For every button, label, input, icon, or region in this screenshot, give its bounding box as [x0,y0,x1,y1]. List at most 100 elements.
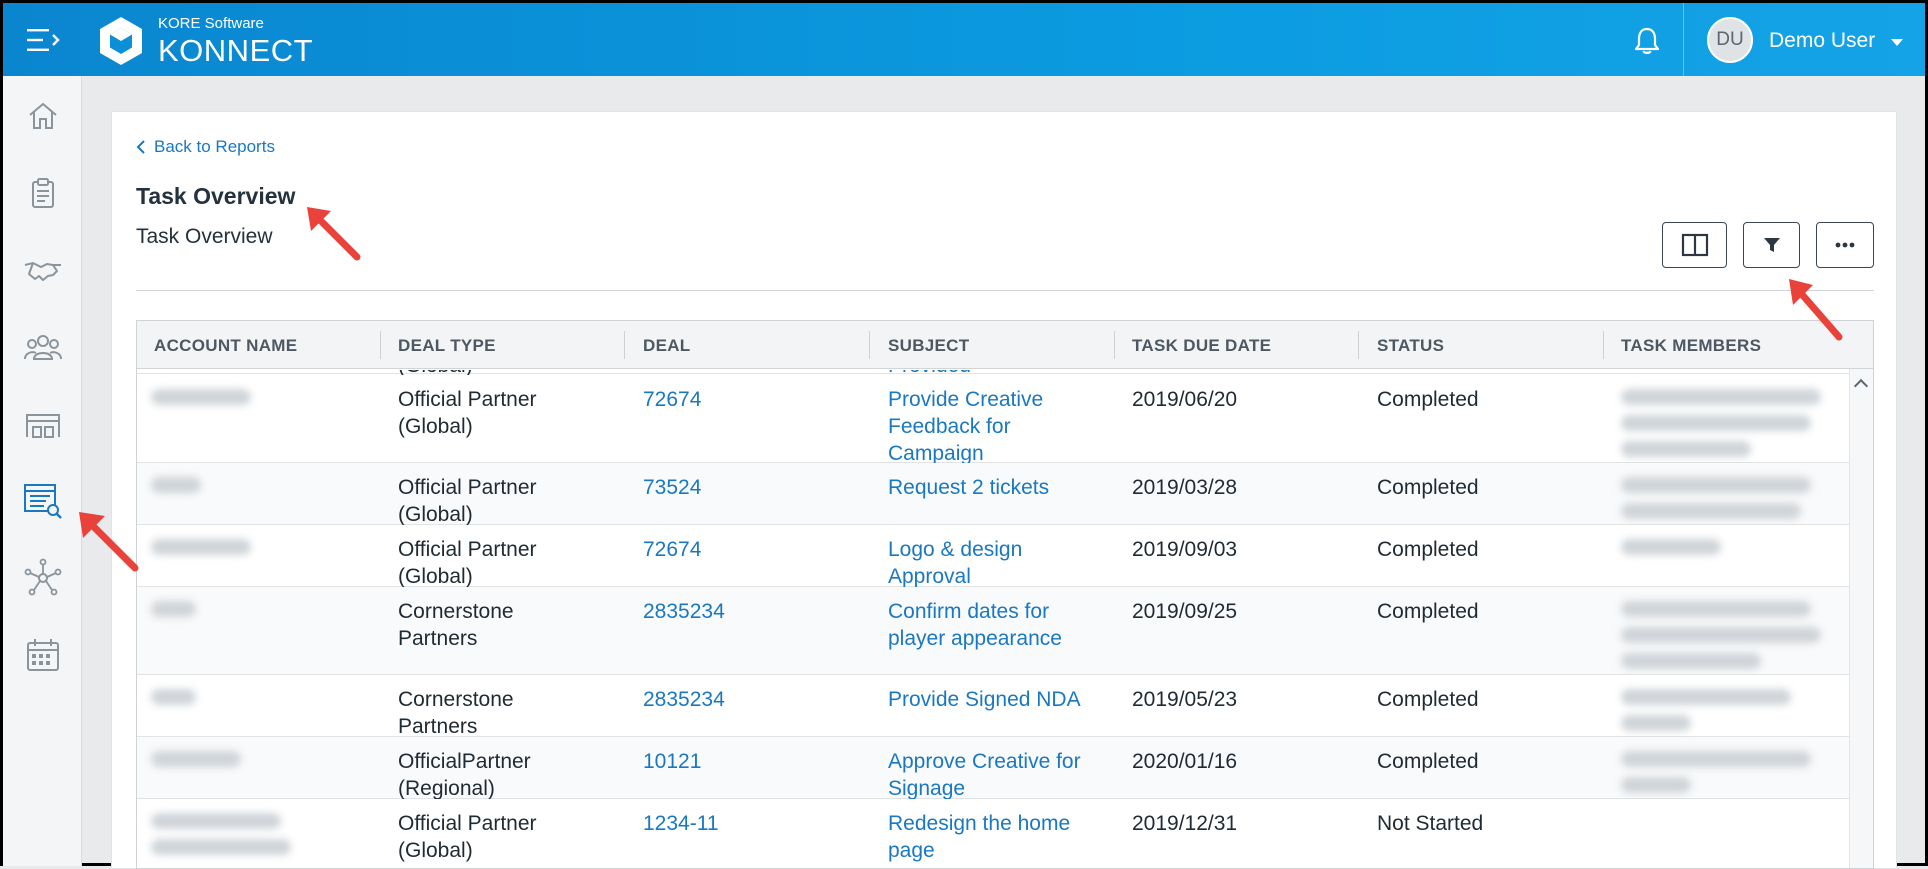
cell-subject-link[interactable]: Approve Creative for Signage [888,748,1113,802]
sidebar-item-reports[interactable] [17,475,69,527]
annotation-arrow-icon [307,207,361,261]
cell-task-due-date: 2019/03/28 [1132,476,1238,499]
cell-task-members-redacted [1621,777,1691,793]
table-row[interactable]: Official Partner (Global) 73524 Request … [137,463,1849,526]
cell-deal-type: Official Partner (Global) [398,476,537,526]
column-header-status[interactable]: STATUS [1377,336,1444,356]
cell-task-due-date: 2019/09/25 [1132,600,1238,623]
cell-task-due-date: 2020/01/16 [1132,750,1238,773]
cell-task-members-redacted [1621,539,1721,555]
table-row[interactable]: OfficialPartner (Regional) 10121 Approve… [137,737,1849,802]
cell-subject-link[interactable]: Request 2 tickets [888,474,1108,501]
sidebar-item-tasks[interactable] [17,167,69,219]
sidebar-item-deals[interactable] [17,244,69,296]
cell-account-name-redacted [151,389,251,405]
menu-toggle-button[interactable] [3,3,82,76]
cell-account-name-redacted [151,689,196,705]
cell-status: Not Started [1377,812,1484,835]
notifications-bell-icon[interactable] [1631,25,1663,57]
column-header-deal-type[interactable]: DEAL TYPE [398,336,496,356]
warehouse-icon [26,414,60,438]
sidebar-item-inventory[interactable] [17,398,69,450]
column-header-task-due-date[interactable]: TASK DUE DATE [1132,336,1271,356]
people-icon [24,335,62,360]
brand[interactable]: KORE Software KONNECT [95,15,313,67]
hamburger-menu-icon [26,28,60,51]
cell-status: Completed [1377,538,1479,561]
more-options-button[interactable] [1816,222,1874,268]
cell-account-name-redacted [151,477,201,493]
cell-account-name-redacted [151,751,241,767]
cell-subject-link[interactable]: Provide Creative Feedback for Campaign [888,386,1088,467]
cell-status: Completed [1377,388,1479,411]
column-header-subject[interactable]: SUBJECT [888,336,969,356]
column-divider[interactable] [1358,331,1359,359]
table-row[interactable]: Official Partner (Global) 72674 Logo & d… [137,525,1849,590]
table-row-partial[interactable]: (Global) Provided [137,370,1849,377]
top-bar: KORE Software KONNECT DU Demo User [3,3,1925,76]
table-row[interactable]: Cornerstone Partners 2835234 Confirm dat… [137,587,1849,675]
cell-task-members-redacted [1621,389,1821,405]
column-divider[interactable] [869,331,870,359]
clipboard-icon [32,178,54,208]
cell-task-due-date: 2019/06/20 [1132,388,1238,411]
cell-deal-link[interactable]: 2835234 [643,598,725,625]
header-divider [1683,3,1684,76]
cell-task-members-redacted [1621,627,1821,643]
cell-task-members-redacted [1621,601,1811,617]
cell-deal-link[interactable]: 10121 [643,748,701,775]
cell-deal-link[interactable]: 2835234 [643,686,725,713]
annotation-arrow-icon [1789,279,1843,341]
cell-deal-link[interactable]: 72674 [643,386,701,413]
back-to-reports-link[interactable]: Back to Reports [136,137,275,157]
table-body: (Global) Provided Official Partner (Glob… [137,370,1849,868]
filter-button[interactable] [1743,222,1800,268]
sidebar-item-network[interactable] [17,552,69,604]
kore-logo-icon [100,17,142,65]
cell-deal-link[interactable]: 73524 [643,474,701,501]
sidebar-item-home[interactable] [17,90,69,142]
cell-account-name-redacted [151,601,196,617]
cell-task-members-redacted [1621,715,1691,731]
column-header-account-name[interactable]: ACCOUNT NAME [154,336,297,356]
header-divider-line [136,290,1874,291]
cell-task-due-date: 2019/05/23 [1132,688,1238,711]
cell-status: Completed [1377,688,1479,711]
column-divider[interactable] [624,331,625,359]
column-header-deal[interactable]: DEAL [643,336,690,356]
chevron-down-icon[interactable] [1891,39,1903,46]
cell-subject-link[interactable]: Redesign the home page [888,810,1103,864]
vertical-scrollbar[interactable] [1849,369,1873,868]
sidebar-nav [3,76,82,866]
user-name[interactable]: Demo User [1769,29,1875,53]
home-icon [29,102,57,129]
column-divider[interactable] [1114,331,1115,359]
cell-deal-type: Cornerstone Partners [398,688,514,738]
sidebar-item-calendar[interactable] [17,629,69,681]
chevron-left-icon [136,140,145,154]
table-row[interactable]: Official Partner (Global) 1234-11 Redesi… [137,799,1849,868]
split-view-button[interactable] [1662,222,1727,268]
cell-subject-link[interactable]: Provide Signed NDA [888,686,1108,713]
reports-icon [24,484,62,519]
table-row[interactable]: Official Partner (Global) 72674 Provide … [137,375,1849,465]
cell-deal-link[interactable]: 1234-11 [643,810,719,837]
column-header-task-members[interactable]: TASK MEMBERS [1621,336,1761,356]
cell-deal-link[interactable]: 72674 [643,536,701,563]
column-divider[interactable] [1603,331,1604,359]
table-row[interactable]: Cornerstone Partners 2835234 Provide Sig… [137,675,1849,738]
user-avatar[interactable]: DU [1707,17,1753,63]
cell-deal-type: OfficialPartner (Regional) [398,750,531,800]
handshake-icon [24,261,61,281]
cell-status: Completed [1377,750,1479,773]
cell-task-members-redacted [1621,503,1801,519]
sidebar-item-contacts[interactable] [17,321,69,373]
cell-subject-link[interactable]: Logo & design Approval [888,536,1088,590]
cell-task-members-redacted [1621,415,1811,431]
cell-deal-type: Official Partner (Global) [398,538,537,588]
split-columns-icon [1681,233,1708,257]
cell-subject-link[interactable]: Confirm dates for player appearance [888,598,1103,652]
column-divider[interactable] [380,331,381,359]
task-table: ACCOUNT NAME DEAL TYPE DEAL SUBJECT TASK… [136,320,1874,869]
cell-task-members-redacted [1621,477,1811,493]
